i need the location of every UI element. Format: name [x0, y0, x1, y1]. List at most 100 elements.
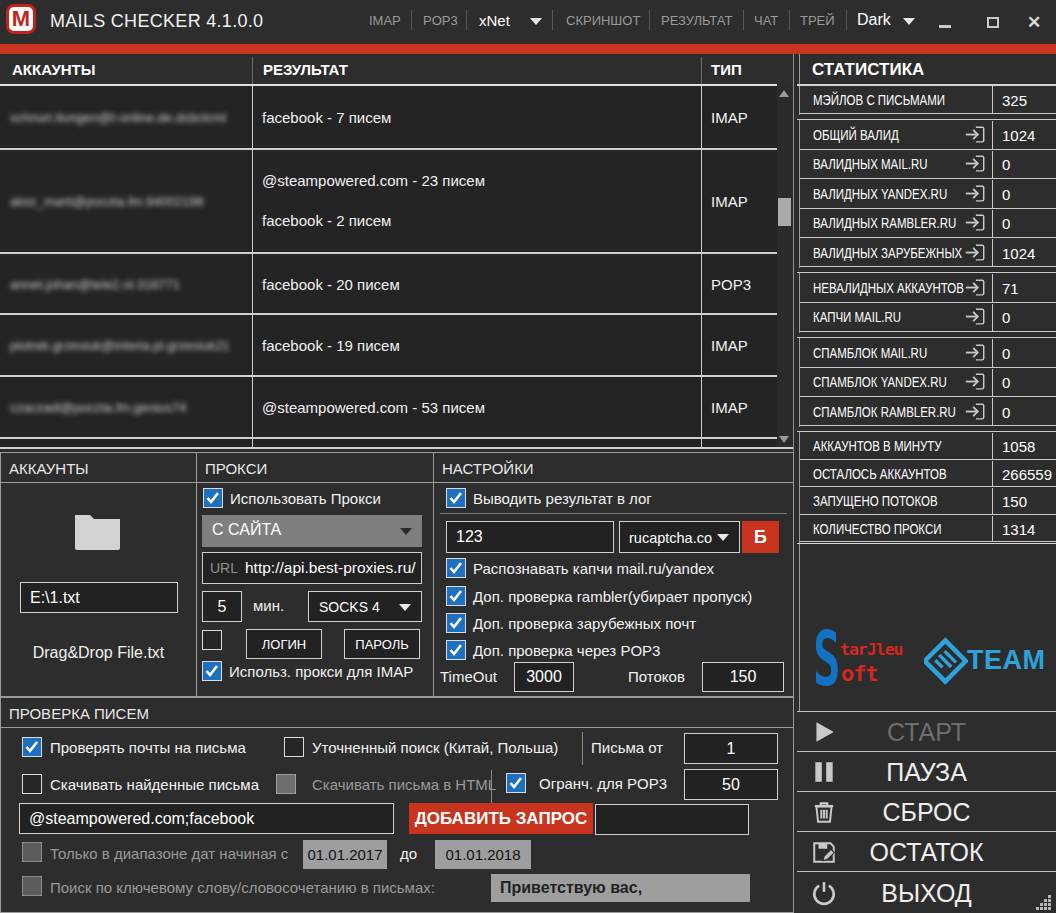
cell-result: facebook - 19 писем: [262, 337, 400, 354]
export-arrow-icon[interactable]: [964, 371, 986, 393]
stat-row: ОБЩИЙ ВАЛИД1024: [800, 121, 1056, 149]
rambler-check-checkbox[interactable]: [446, 586, 466, 606]
settings-panel-title: НАСТРОЙКИ: [442, 460, 534, 477]
table-row[interactable]: piotrek.grzesiuk@interia.pl.grzesiuk21 f…: [0, 315, 777, 377]
export-arrow-icon[interactable]: [964, 342, 986, 364]
pop3-limit-checkbox[interactable]: [506, 773, 526, 793]
menu-pop3[interactable]: POP3: [423, 13, 458, 28]
date-range-checkbox[interactable]: [22, 842, 42, 862]
table-row[interactable]: annet.johan@tele2.nl.316771 facebook - 2…: [0, 254, 777, 315]
proxy-minutes-input[interactable]: 5: [202, 591, 242, 622]
letters-from-input[interactable]: 1: [684, 733, 778, 764]
stat-value: 1314: [1002, 520, 1035, 537]
check-mail-checkbox[interactable]: [22, 737, 42, 757]
scroll-down-icon[interactable]: [779, 436, 789, 443]
rest-button[interactable]: ОСТАТОК: [797, 831, 1056, 871]
close-button[interactable]: ✕: [1019, 12, 1049, 32]
use-proxy-checkbox[interactable]: [203, 488, 223, 508]
stat-value: 325: [1002, 91, 1027, 108]
recognize-captcha-checkbox[interactable]: [446, 558, 466, 578]
cell-type: IMAP: [711, 193, 748, 210]
cell-type: IMAP: [711, 399, 748, 416]
socks-dropdown[interactable]: SOCKS 4: [308, 591, 422, 622]
proxy-url-field[interactable]: URL http://api.best-proxies.ru/: [202, 552, 422, 584]
stat-row: ОСТАЛОСЬ АККАУНТОВ266559: [800, 461, 1056, 488]
query-extra-input[interactable]: [595, 804, 749, 835]
logo-text-oft: oft: [841, 661, 878, 686]
pause-button[interactable]: ПАУЗА: [797, 751, 1056, 791]
resize-grip[interactable]: [1036, 895, 1052, 910]
stat-row: ВАЛИДНЫХ ЗАРУБЕЖНЫХ1024: [800, 239, 1056, 267]
table-row[interactable]: schnuri.tlungen@t-online.de.dcbclcml fac…: [0, 86, 777, 150]
download-html-checkbox[interactable]: [276, 774, 296, 794]
export-arrow-icon[interactable]: [964, 242, 986, 264]
theme-dropdown-icon[interactable]: [903, 18, 915, 25]
minimize-button[interactable]: [930, 12, 960, 32]
export-arrow-icon[interactable]: [964, 306, 986, 328]
xnet-dropdown-icon[interactable]: [530, 18, 542, 25]
menu-chat[interactable]: ЧАТ: [754, 13, 778, 28]
download-letters-label: Скачивать найденные письма: [50, 776, 259, 793]
add-query-button[interactable]: ДОБАВИТЬ ЗАПРОС: [409, 803, 593, 834]
scroll-up-icon[interactable]: [779, 90, 789, 97]
stat-row: СПАМБЛОК MAIL.RU0: [800, 339, 1056, 367]
file-path-input[interactable]: E:\1.txt: [20, 582, 178, 613]
captcha-key-input[interactable]: 123: [446, 521, 614, 553]
pop3-limit-input[interactable]: 50: [684, 769, 778, 800]
reset-button[interactable]: СБРОС: [797, 791, 1056, 831]
imap-proxy-checkbox[interactable]: [202, 661, 222, 681]
threads-input[interactable]: 150: [702, 662, 784, 692]
captcha-service-dropdown[interactable]: rucaptcha.co: [619, 521, 740, 553]
timeout-input[interactable]: 3000: [514, 662, 574, 692]
download-letters-checkbox[interactable]: [22, 774, 42, 794]
menu-result[interactable]: РЕЗУЛЬТАТ: [661, 13, 732, 28]
table-row[interactable]: aloiz_marti@poczta.fm.94002196 @steampow…: [0, 150, 777, 254]
login-button[interactable]: ЛОГИН: [246, 629, 322, 659]
folder-icon[interactable]: [73, 506, 122, 555]
imap-proxy-label: Использ. прокси для IMAP: [229, 663, 413, 680]
export-arrow-icon[interactable]: [964, 124, 986, 146]
table-scrollbar[interactable]: [777, 86, 792, 447]
stat-row: МЭЙЛОВ С ПИСЬМАМИ325: [800, 86, 1056, 114]
proxy-auth-checkbox[interactable]: [202, 630, 222, 650]
foreign-check-checkbox[interactable]: [446, 613, 466, 633]
cell-account: piotrek.grzesiuk@interia.pl.grzesiuk21: [10, 336, 245, 354]
refined-search-checkbox[interactable]: [284, 737, 304, 757]
scrollbar-thumb[interactable]: [778, 198, 791, 226]
column-header-accounts[interactable]: АККАУНТЫ: [0, 54, 253, 85]
maximize-button[interactable]: [978, 12, 1008, 32]
menu-screenshot[interactable]: СКРИНШОТ: [566, 13, 640, 28]
menu-xnet[interactable]: xNet: [479, 12, 510, 29]
keyword-input[interactable]: Приветствую вас,: [491, 874, 750, 902]
password-button[interactable]: ПАРОЛЬ: [344, 629, 420, 659]
menu-separator: [411, 10, 412, 30]
export-arrow-icon[interactable]: [964, 212, 986, 234]
start-button[interactable]: СТАРТ: [797, 711, 1056, 751]
export-arrow-icon[interactable]: [964, 183, 986, 205]
log-checkbox[interactable]: [446, 488, 466, 508]
export-arrow-icon[interactable]: [964, 401, 986, 423]
theme-selector[interactable]: Dark: [857, 11, 891, 29]
table-row[interactable]: czaczadi@poczta.fm.genius74 @steampowere…: [0, 377, 777, 439]
exit-button[interactable]: ВЫХОД: [797, 871, 1056, 913]
pop3-check-checkbox[interactable]: [446, 640, 466, 660]
log-label: Выводить результат в лог: [473, 490, 652, 507]
stat-label: АККАУНТОВ В МИНУТУ: [813, 438, 942, 454]
balance-button[interactable]: Б: [742, 521, 779, 553]
column-header-result[interactable]: РЕЗУЛЬТАТ: [253, 54, 702, 85]
column-header-type[interactable]: ТИП: [702, 54, 777, 85]
date-to-field[interactable]: 01.01.2018: [435, 840, 531, 869]
menu-imap[interactable]: IMAP: [369, 13, 401, 28]
date-from-field[interactable]: 01.01.2017: [303, 840, 387, 869]
table-bottom-border: [0, 447, 793, 449]
keyword-checkbox[interactable]: [22, 876, 42, 896]
export-arrow-icon[interactable]: [964, 153, 986, 175]
menu-tray[interactable]: ТРЕЙ: [800, 13, 835, 28]
query-input[interactable]: @steampowered.com;facebook: [19, 803, 394, 834]
proxy-source-dropdown[interactable]: С САЙТА: [202, 515, 422, 547]
stat-label: ВАЛИДНЫХ ЗАРУБЕЖНЫХ: [813, 245, 962, 261]
dropdown-icon: [399, 604, 411, 611]
cell-account: schnuri.tlungen@t-online.de.dcbclcml: [10, 108, 245, 126]
use-proxy-label: Использовать Прокси: [230, 490, 381, 507]
export-arrow-icon[interactable]: [964, 277, 986, 299]
